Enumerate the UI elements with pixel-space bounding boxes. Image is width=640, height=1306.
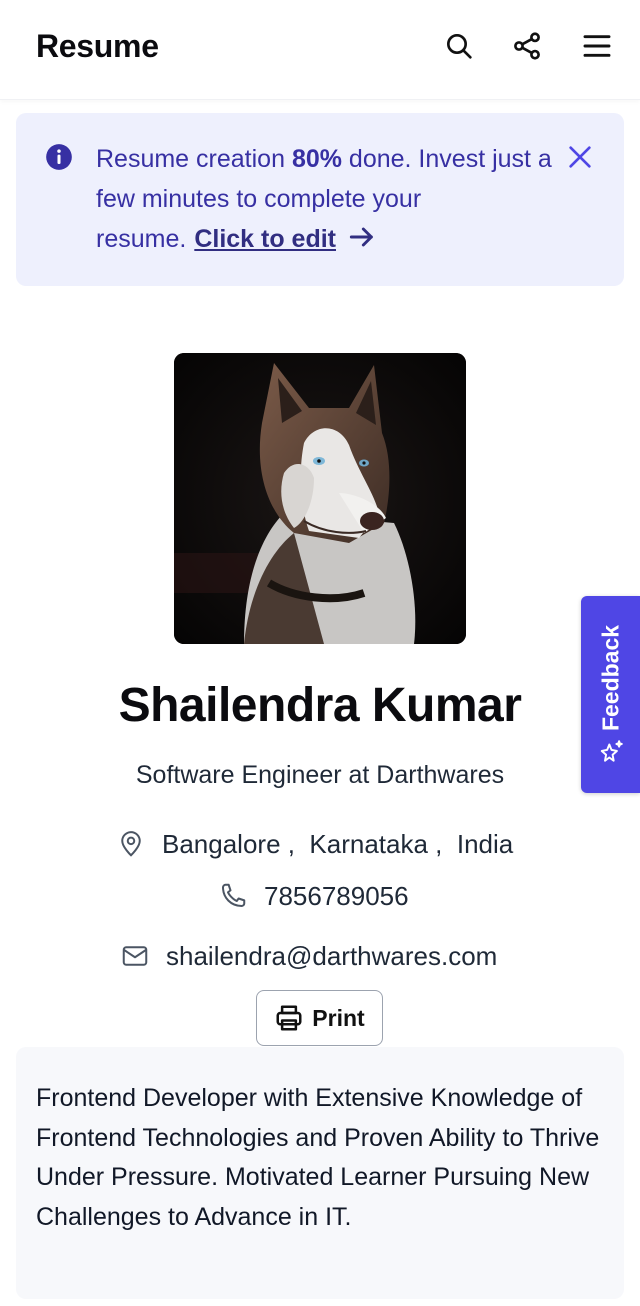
email-text: shailendra@darthwares.com [166,940,498,971]
location-pin-icon [121,831,141,857]
close-icon[interactable] [564,141,596,173]
click-to-edit-link[interactable]: Click to edit [194,225,336,253]
email-row: shailendra@darthwares.com [120,938,497,974]
sparkle-star-icon [599,739,622,762]
feedback-content: Feedback [597,624,624,764]
profile-name: Shailendra Kumar [118,679,522,732]
info-icon [46,144,72,170]
feedback-label: Feedback [597,624,623,731]
summary-text: Frontend Developer with Extensive Knowle… [36,1084,600,1231]
menu-button[interactable] [579,28,615,64]
location-text: Bangalore , Karnataka , India [162,828,514,859]
print-button[interactable]: Print [256,990,383,1046]
app-header: Resume [0,0,640,100]
phone-row: 7856789056 [218,878,409,914]
profile-photo [174,353,466,644]
feedback-button[interactable]: Feedback [581,596,640,793]
banner-percent: 80% [291,145,342,173]
share-icon [514,32,540,60]
arrow-right-icon[interactable] [346,221,378,253]
print-label: Print [312,1004,365,1031]
profile-role: Software Engineer at Darthwares [135,761,505,789]
banner-prefix: Resume creation [96,145,292,173]
banner-message: Resume creation 80% done. Invest just a … [96,139,566,259]
menu-icon [583,35,611,57]
search-button[interactable] [441,28,477,64]
phone-icon [222,883,246,907]
printer-icon [276,1005,302,1031]
completion-banner: Resume creation 80% done. Invest just a … [16,113,624,286]
phone-text: 7856789056 [264,880,409,911]
summary-card: Frontend Developer with Extensive Knowle… [16,1047,624,1299]
location-row: Bangalore , Karnataka , India [116,826,513,862]
share-button[interactable] [509,28,545,64]
page-title: Resume [36,28,159,64]
mail-icon [122,946,148,966]
search-icon [447,34,472,59]
